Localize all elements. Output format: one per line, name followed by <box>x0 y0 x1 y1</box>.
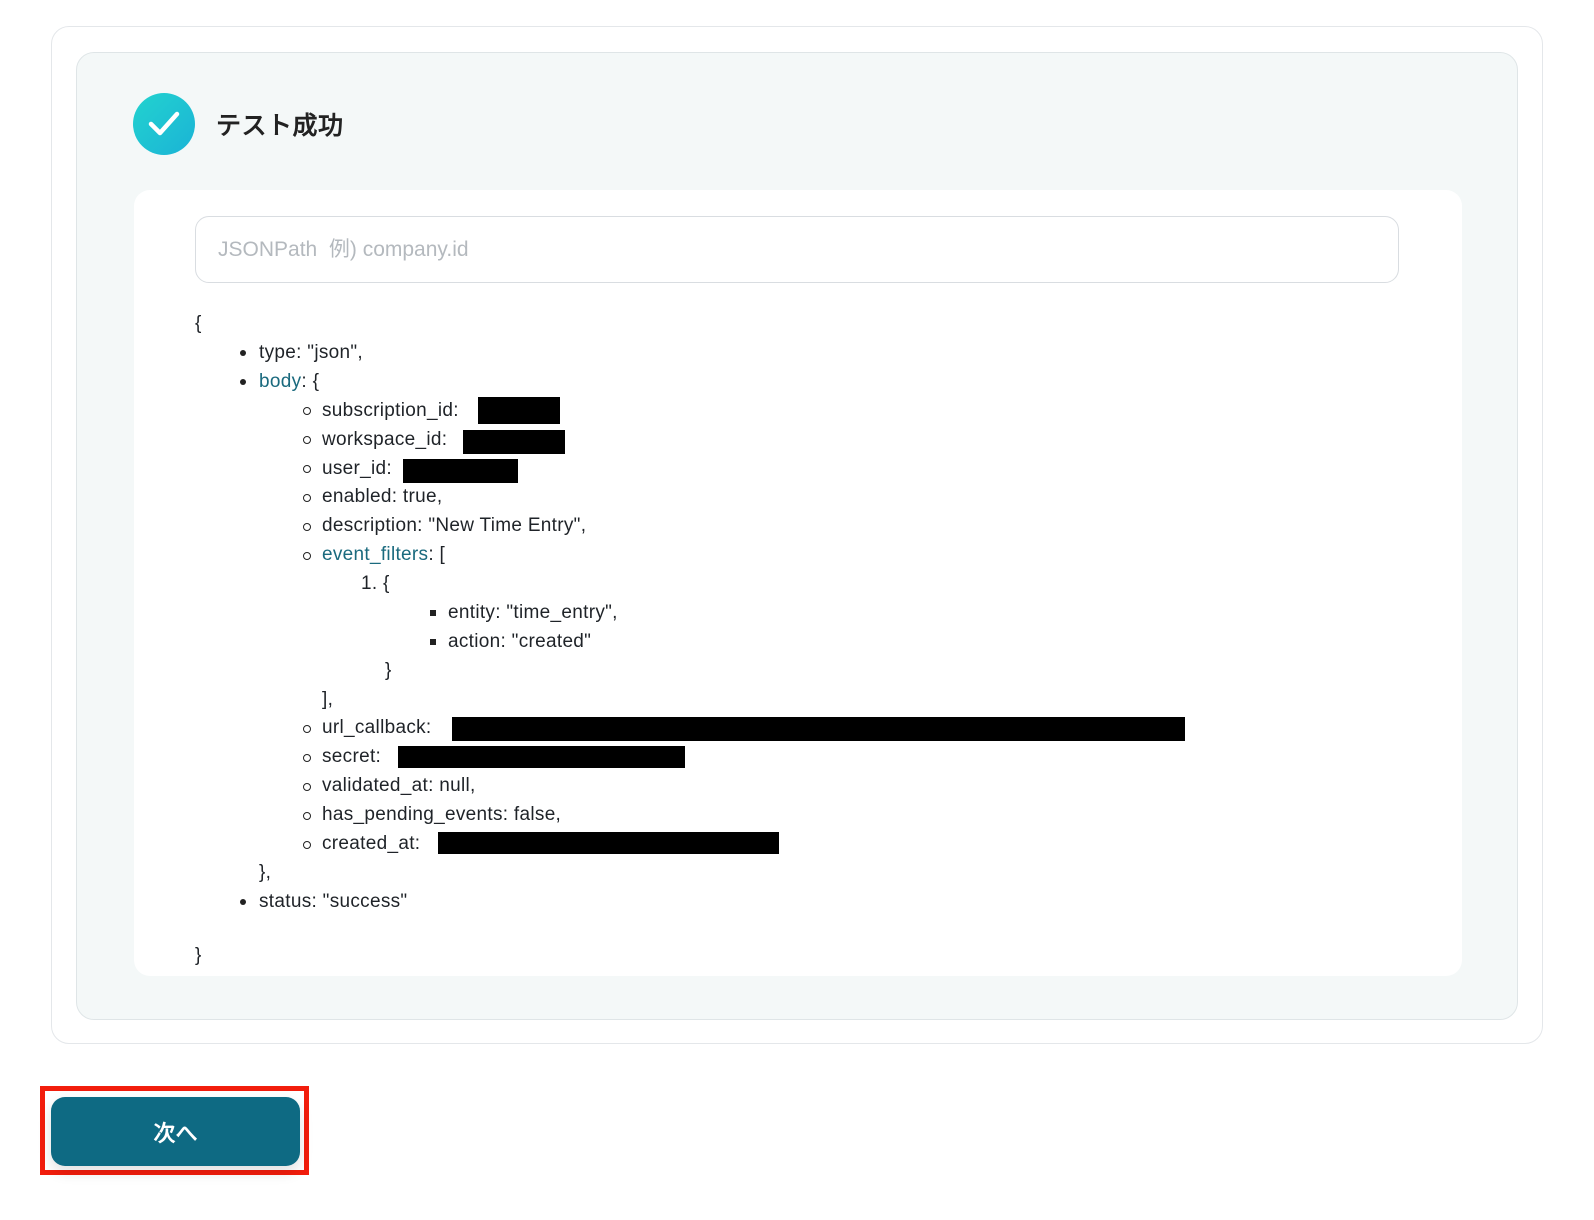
bullet <box>430 610 436 616</box>
redacted-value <box>478 397 560 424</box>
json-item-index: 1. { <box>361 573 390 594</box>
json-validated-at: validated_at: null, <box>322 775 476 796</box>
json-status-line: status: "success" <box>259 891 408 912</box>
json-enabled: enabled: true, <box>322 486 443 507</box>
bullet <box>303 841 311 849</box>
bullet <box>303 754 311 762</box>
redacted-value <box>463 430 565 454</box>
json-action: action: "created" <box>448 631 592 652</box>
json-event-filters-line: event_filters: [ <box>322 544 446 565</box>
json-body-close: }, <box>259 862 272 883</box>
json-item-close: } <box>385 660 392 681</box>
next-button[interactable]: 次へ <box>51 1097 300 1166</box>
json-description: description: "New Time Entry", <box>322 515 587 536</box>
bullet <box>430 639 436 645</box>
json-created-at: created_at: <box>322 833 421 854</box>
json-workspace-id: workspace_id: <box>322 429 448 450</box>
json-subscription-id: subscription_id: <box>322 400 459 421</box>
bullet <box>303 552 311 560</box>
json-user-id: user_id: <box>322 458 392 479</box>
json-entity: entity: "time_entry", <box>448 602 618 623</box>
bullet <box>303 436 311 444</box>
bullet <box>303 494 311 502</box>
json-type-line: type: "json", <box>259 342 363 363</box>
jsonpath-input[interactable] <box>195 216 1399 283</box>
check-circle-icon <box>133 93 195 155</box>
json-output-card <box>134 190 1462 976</box>
json-url-callback: url_callback: <box>322 717 432 738</box>
bullet <box>303 523 311 531</box>
redacted-value <box>438 832 779 854</box>
json-array-close: ], <box>322 689 334 710</box>
bullet <box>240 350 246 356</box>
json-body-key[interactable]: body <box>259 371 301 392</box>
bullet <box>303 407 311 415</box>
bullet <box>240 899 246 905</box>
redacted-value <box>452 717 1185 741</box>
result-title: テスト成功 <box>216 112 344 140</box>
redacted-value <box>398 746 685 768</box>
json-secret: secret: <box>322 746 382 767</box>
json-event-filters-key[interactable]: event_filters <box>322 544 428 565</box>
json-body-line: body: { <box>259 371 320 392</box>
redacted-value <box>403 459 518 483</box>
bullet <box>303 783 311 791</box>
json-has-pending-events: has_pending_events: false, <box>322 804 562 825</box>
bullet <box>303 725 311 733</box>
json-open-brace: { <box>195 313 202 334</box>
json-close-brace: } <box>195 945 202 966</box>
bullet <box>303 465 311 473</box>
bullet <box>303 812 311 820</box>
bullet <box>240 379 246 385</box>
